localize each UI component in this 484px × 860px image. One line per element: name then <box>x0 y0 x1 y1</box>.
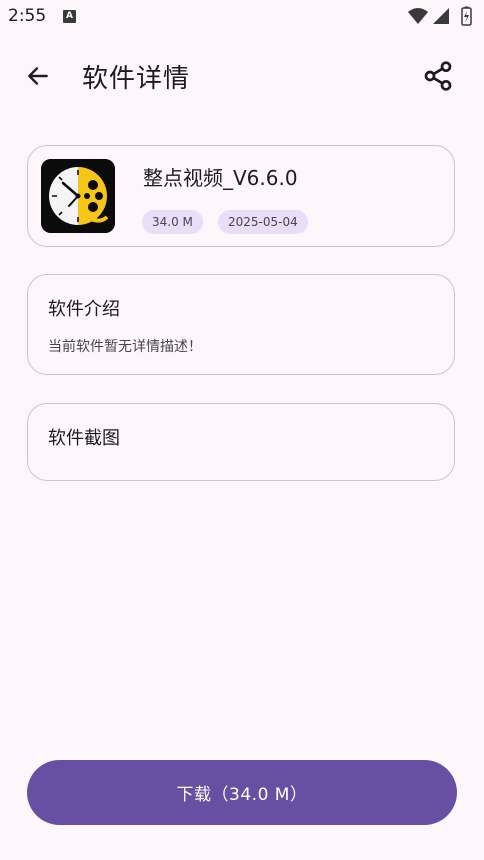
status-time: 2:55 <box>8 6 47 26</box>
app-name: 整点视频_V6.6.0 <box>143 166 298 190</box>
intro-description: 当前软件暂无详情描述！ <box>48 339 202 355</box>
app-size-chip: 34.0 M <box>142 210 203 234</box>
screenshots-title: 软件截图 <box>48 428 120 449</box>
screenshots-card: 软件截图 <box>27 403 455 481</box>
arrow-left-icon <box>28 67 48 85</box>
app-info-card: 整点视频_V6.6.0 34.0 M 2025-05-04 <box>27 145 455 247</box>
share-button[interactable] <box>418 56 458 96</box>
share-icon <box>424 61 452 91</box>
page-title: 软件详情 <box>82 64 191 94</box>
back-button[interactable] <box>18 56 58 96</box>
intro-card: 软件介绍 当前软件暂无详情描述！ <box>27 274 455 375</box>
status-bar: 2:55 A <box>0 0 484 34</box>
a-notification-icon: A <box>63 10 76 23</box>
download-button[interactable]: 下载（34.0 M） <box>27 760 457 825</box>
app-clock-film-icon <box>41 159 115 233</box>
status-icons <box>406 6 476 28</box>
app-bar: 软件详情 <box>0 34 484 118</box>
intro-title: 软件介绍 <box>48 299 120 320</box>
battery-icon <box>461 6 472 26</box>
signal-icon <box>433 8 449 24</box>
app-date-chip: 2025-05-04 <box>218 210 308 234</box>
wifi-icon <box>408 8 428 24</box>
